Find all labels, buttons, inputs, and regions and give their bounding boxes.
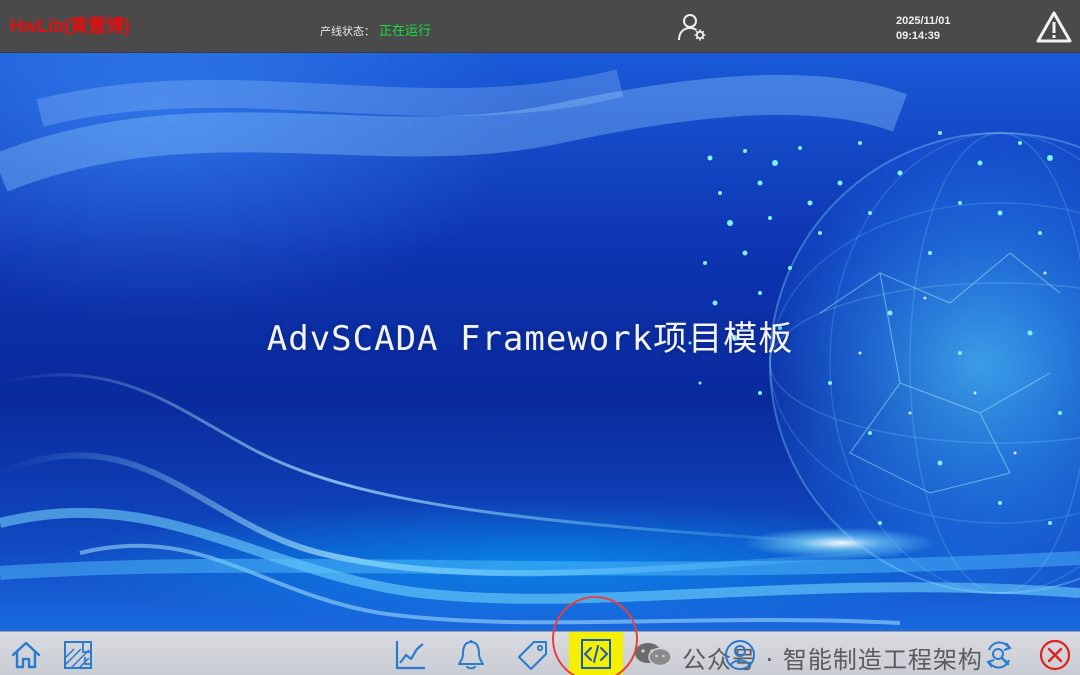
line-status-label: 产线状态：: [320, 25, 375, 38]
bottom-toolbar: 公众号 · 智能制造工程架构: [0, 631, 1080, 675]
line-status-value: 正在运行: [379, 24, 432, 39]
warning-icon[interactable]: [1036, 10, 1072, 44]
home-button[interactable]: [7, 636, 45, 674]
code-icon: [581, 639, 611, 669]
drawing-button[interactable]: [59, 636, 97, 674]
close-icon: [1039, 639, 1071, 671]
date-label: 2025/11/01: [896, 15, 951, 27]
drawing-icon: [64, 641, 92, 669]
close-button[interactable]: [1036, 636, 1074, 674]
user-icon: [725, 640, 755, 670]
alarm-button[interactable]: [452, 636, 490, 674]
user-button[interactable]: [721, 636, 759, 674]
main-splash: AdvSCADA Framework项目模板: [0, 53, 1080, 631]
brand-label: HwLib(黄薏博): [10, 16, 130, 36]
splash-title: AdvSCADA Framework项目模板: [266, 319, 794, 359]
refresh-zoom-icon: [986, 641, 1012, 669]
trend-button[interactable]: [391, 636, 429, 674]
user-settings-icon[interactable]: [676, 11, 708, 43]
home-icon: [11, 641, 41, 669]
code-button[interactable]: [569, 632, 623, 675]
refresh-zoom-button[interactable]: [980, 636, 1018, 674]
wechat-logo-icon: [635, 643, 672, 667]
trend-chart-icon: [395, 641, 425, 670]
line-status: 产线状态： 正在运行: [320, 20, 431, 39]
bell-icon: [458, 640, 484, 670]
tag-button[interactable]: [514, 636, 552, 674]
datetime: 2025/11/01 09:14:39: [896, 14, 950, 44]
tag-icon: [518, 641, 547, 670]
time-label: 09:14:39: [896, 30, 941, 42]
top-bar: HwLib(黄薏博) 产线状态： 正在运行 2025/11/01 09:14:39: [0, 0, 1080, 53]
